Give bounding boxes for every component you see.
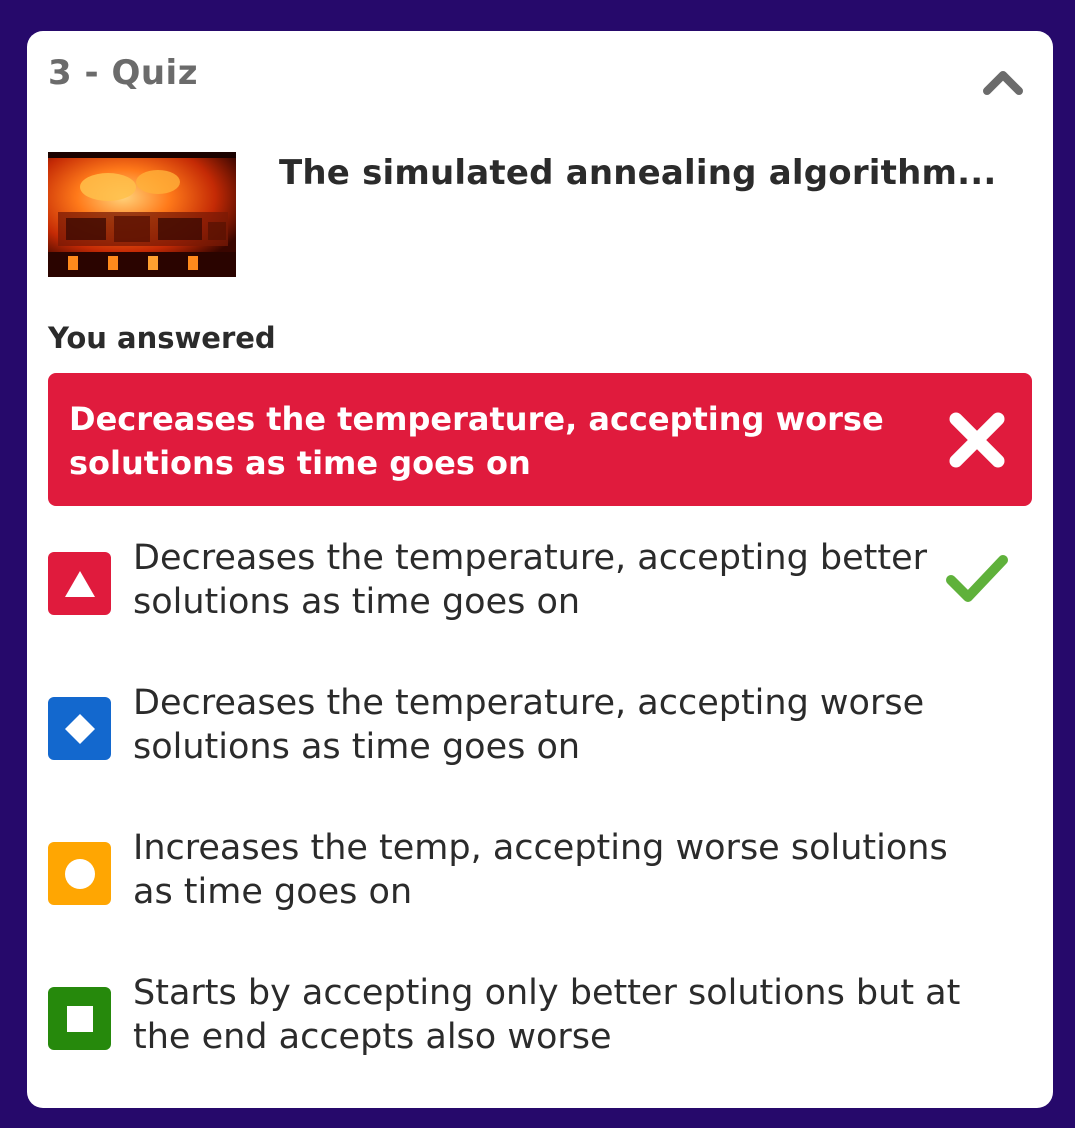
question-image [48, 152, 236, 277]
option-text: Decreases the temperature, accepting bet… [133, 538, 928, 622]
user-answer-text: Decreases the temperature, accepting wor… [69, 400, 884, 482]
chevron-up-icon [983, 71, 1023, 95]
square-icon [66, 1005, 93, 1032]
furnace-fire-thumbnail [48, 152, 236, 277]
quiz-title: 3 - Quiz [48, 53, 198, 93]
option-shape-box [48, 987, 111, 1050]
option-text: Decreases the temperature, accepting wor… [133, 683, 925, 767]
quiz-result-card: 3 - Quiz The simulated annealing algorit… [27, 31, 1053, 1108]
option-shape-box [48, 842, 111, 905]
diamond-icon [64, 713, 95, 744]
question-text: The simulated annealing algorithm... [279, 153, 997, 193]
option-shape-box [48, 552, 111, 615]
option-shape-box [48, 697, 111, 760]
user-answer-box: Decreases the temperature, accepting wor… [48, 373, 1032, 506]
option-text: Starts by accepting only better solution… [133, 973, 961, 1057]
close-icon [949, 412, 1005, 468]
triangle-icon [64, 570, 95, 597]
option-text: Increases the temp, accepting worse solu… [133, 828, 948, 912]
you-answered-label: You answered [48, 321, 276, 355]
circle-icon [64, 858, 95, 889]
collapse-button[interactable] [979, 61, 1027, 101]
check-icon [946, 555, 1008, 602]
